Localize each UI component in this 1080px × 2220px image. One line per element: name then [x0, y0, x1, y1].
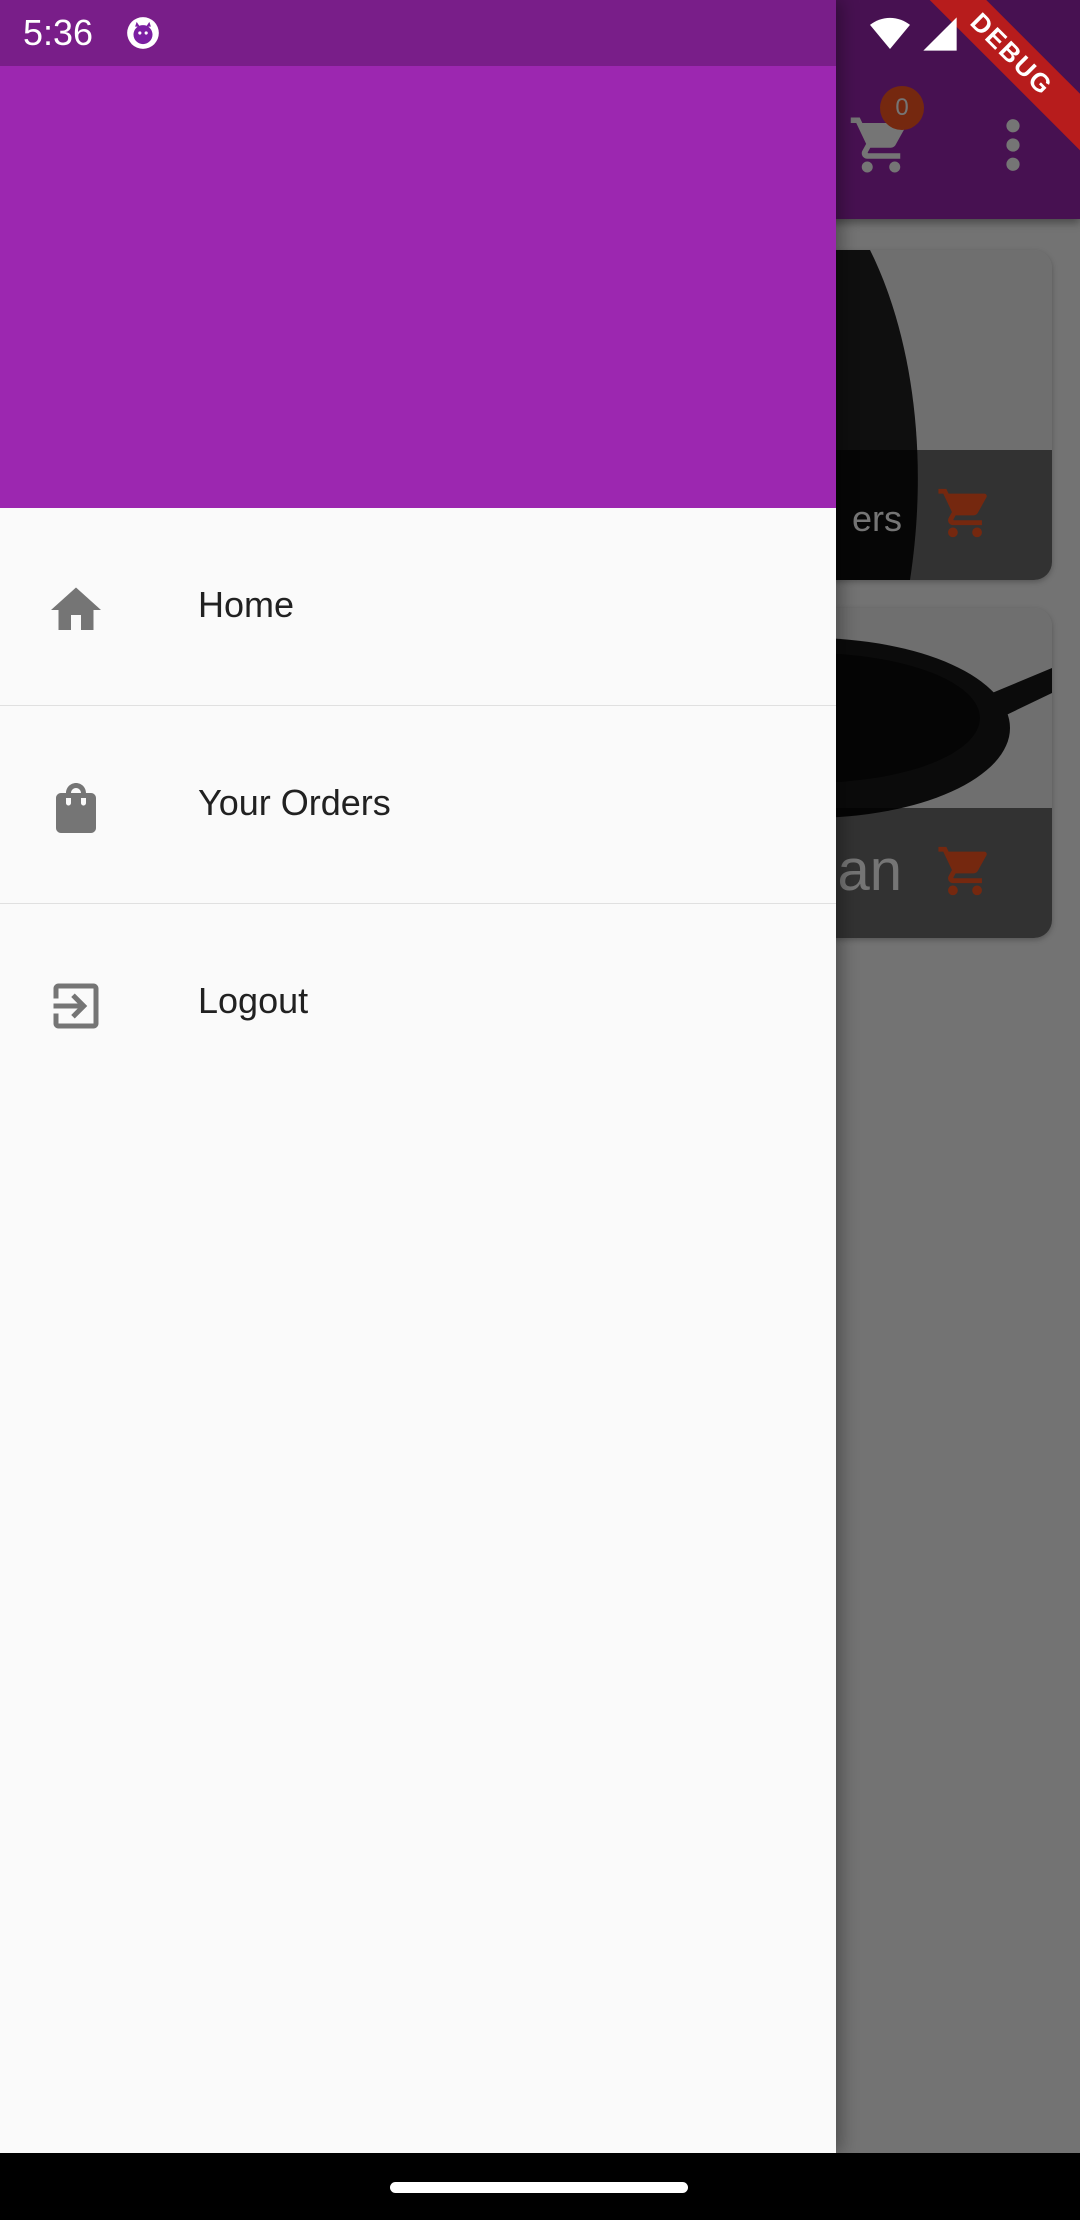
status-icons: [870, 14, 960, 54]
wifi-icon: [870, 17, 910, 49]
status-time: 5:36: [23, 12, 94, 53]
drawer-header: [0, 0, 836, 508]
drawer-item-label: Your Orders: [198, 782, 391, 823]
navigation-drawer: Home Your Orders Logout: [0, 0, 836, 2153]
drawer-item-label: Home: [198, 584, 295, 625]
home-icon: [46, 580, 106, 640]
drawer-menu: Home Your Orders Logout: [0, 508, 836, 1101]
drawer-item-label: Logout: [198, 980, 309, 1021]
drawer-item-logout[interactable]: Logout: [0, 904, 836, 1101]
cat-notification-icon: [124, 14, 162, 52]
home-gesture-handle[interactable]: [390, 2182, 688, 2193]
drawer-item-home[interactable]: Home: [0, 508, 836, 706]
signal-icon: [923, 17, 957, 51]
system-navigation-bar: [0, 2153, 1080, 2220]
exit-to-app-icon: [46, 976, 106, 1036]
shopping-bag-icon: [46, 778, 106, 838]
status-bar: 5:36: [0, 0, 1080, 66]
drawer-item-your-orders[interactable]: Your Orders: [0, 706, 836, 904]
